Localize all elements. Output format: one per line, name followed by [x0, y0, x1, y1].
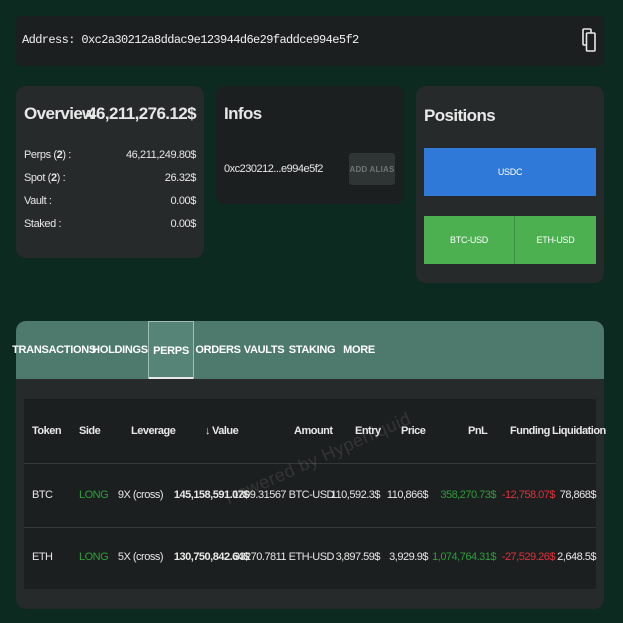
header-value[interactable]: ↓ Value: [205, 425, 239, 437]
tab-perps[interactable]: PERPS: [148, 321, 194, 379]
header-side[interactable]: Side: [79, 425, 101, 437]
cell-leverage: 5X (cross): [117, 551, 164, 563]
cell-price: 3,929.9$: [389, 551, 428, 563]
overview-label-staked: Staked :: [24, 218, 62, 230]
overview-total: 46,211,276.12$: [87, 104, 196, 123]
header-price[interactable]: Price: [401, 425, 426, 437]
overview-value-staked: 0.00$: [170, 218, 196, 230]
positions-title: Positions: [424, 106, 496, 125]
short-address: 0xc230212...e994e5f2: [224, 163, 323, 175]
cell-token: BTC: [32, 489, 53, 501]
sort-down-icon: ↓: [205, 425, 211, 437]
overview-row-spot: Spot (2) : 26.32$: [24, 172, 196, 188]
tab-bar: TRANSACTIONS HOLDINGS PERPS ORDERS VAULT…: [12, 321, 604, 379]
infos-title: Infos: [224, 104, 262, 123]
infos-card: Infos 0xc230212...e994e5f2 ADD ALIAS: [216, 86, 404, 204]
cell-pnl: 358,270.73$: [440, 489, 496, 501]
cell-liquidation: 78,868$: [559, 489, 597, 501]
header-entry[interactable]: Entry: [355, 425, 381, 437]
tab-vaults[interactable]: VAULTS: [244, 321, 285, 379]
header-leverage[interactable]: Leverage: [131, 425, 176, 437]
cell-amount: 33270.7811 ETH-USD: [233, 551, 335, 563]
header-pnl[interactable]: PnL: [468, 425, 488, 437]
tab-staking[interactable]: STAKING: [289, 321, 336, 379]
header-token[interactable]: Token: [32, 425, 62, 437]
positions-card: Positions USDC BTC-USD ETH-USD: [416, 86, 604, 283]
main-panel: TRANSACTIONS HOLDINGS PERPS ORDERS VAULT…: [12, 321, 606, 609]
cell-funding: -27,529.26$: [501, 551, 556, 563]
cell-entry: 3,897.59$: [335, 551, 381, 563]
table-row[interactable]: BTC LONG 9X (cross) 145,158,591.07$ 1309…: [24, 464, 597, 526]
tab-more[interactable]: MORE: [342, 321, 376, 379]
position-btc-button[interactable]: BTC-USD: [424, 216, 515, 264]
cell-token: ETH: [32, 551, 53, 563]
cell-liquidation: 2,648.5$: [557, 551, 596, 563]
overview-row-staked: Staked : 0.00$: [24, 218, 196, 234]
position-eth-button[interactable]: ETH-USD: [515, 216, 596, 264]
cell-side: LONG: [79, 489, 109, 501]
cell-amount: 1309.31567 BTC-USD: [232, 489, 335, 501]
cell-leverage: 9X (cross): [117, 489, 164, 501]
cell-price: 110,866$: [386, 489, 429, 501]
header-liquidation[interactable]: Liquidation: [552, 425, 606, 437]
overview-card: Overview 46,211,276.12$ Perps (2) : 46,2…: [16, 86, 204, 258]
overview-value-perps: 46,211,249.80$: [125, 149, 196, 161]
overview-row-vault: Vault : 0.00$: [24, 195, 196, 211]
overview-label-vault: Vault :: [24, 195, 52, 207]
cell-funding: -12,758.07$: [501, 489, 556, 501]
cell-pnl: 1,074,764.31$: [432, 551, 496, 563]
position-usdc-button[interactable]: USDC: [424, 148, 596, 196]
copy-icon[interactable]: [582, 28, 596, 52]
overview-label-perps: Perps (2) :: [24, 149, 71, 161]
header-funding[interactable]: Funding: [510, 425, 550, 437]
overview-label-spot: Spot (2) :: [24, 172, 66, 184]
overview-value-vault: 0.00$: [170, 195, 196, 207]
perps-table: Token Side Leverage ↓ Value Amount Entry …: [24, 399, 606, 589]
tab-transactions[interactable]: TRANSACTIONS: [12, 321, 96, 379]
wallet-address: Address: 0xc2a30212a8ddac9e123944d6e29fa…: [22, 33, 359, 47]
overview-title: Overview: [24, 104, 95, 123]
cell-side: LONG: [79, 551, 109, 563]
address-bar: Address: 0xc2a30212a8ddac9e123944d6e29fa…: [16, 16, 604, 66]
add-alias-button[interactable]: ADD ALIAS: [349, 153, 395, 185]
cell-entry: 110,592.3$: [330, 489, 381, 501]
overview-value-spot: 26.32$: [164, 172, 197, 184]
header-amount[interactable]: Amount: [294, 425, 333, 437]
overview-row-perps: Perps (2) : 46,211,249.80$: [24, 149, 196, 165]
tab-orders[interactable]: ORDERS: [195, 321, 241, 379]
table-row[interactable]: ETH LONG 5X (cross) 130,750,842.64$ 3327…: [24, 528, 596, 588]
tab-holdings[interactable]: HOLDINGS: [92, 321, 148, 379]
